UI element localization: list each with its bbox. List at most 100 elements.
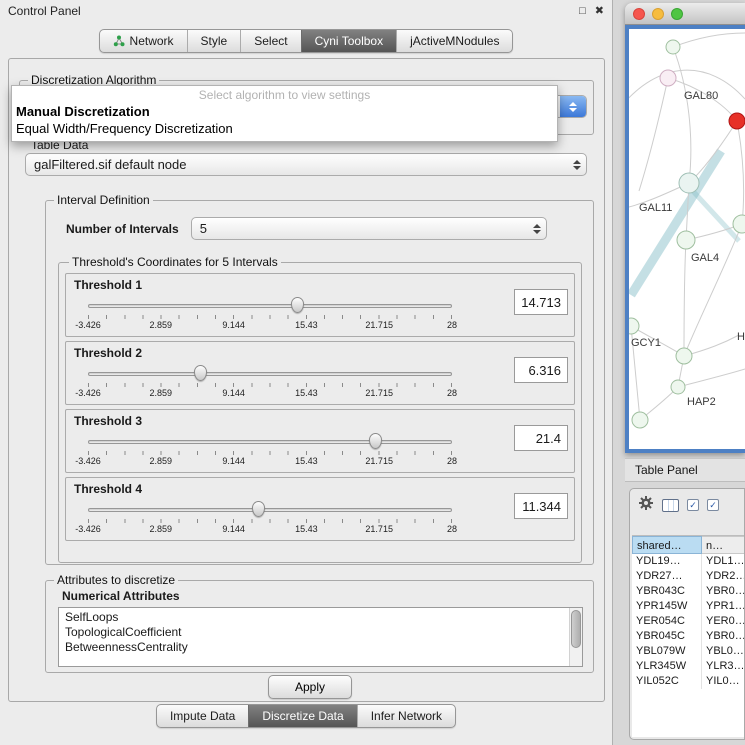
threshold-value-field[interactable]: 11.344 — [514, 493, 568, 519]
slider-track[interactable] — [88, 304, 452, 308]
apply-button[interactable]: Apply — [268, 675, 352, 699]
algorithm-dropdown-popup: Select algorithm to view settings Manual… — [11, 85, 558, 142]
network-canvas[interactable]: GAL80 GAL11 GAL4 GCY1 HAP2 H — [629, 29, 745, 449]
threshold-slider[interactable]: -3.426 2.859 9.144 15.43 21.715 28 — [88, 432, 452, 470]
slider-thumb[interactable] — [291, 297, 304, 313]
select-none-checkbox-icon[interactable]: ✓ — [707, 499, 719, 511]
tab-network[interactable]: Network — [100, 30, 187, 52]
cell[interactable]: YLR3… — [702, 659, 744, 674]
tab-label: Select — [254, 34, 287, 48]
list-item[interactable]: SelfLoops — [65, 610, 568, 625]
table-row[interactable]: YBL079WYBL0… — [632, 644, 744, 659]
select-all-checkbox-icon[interactable]: ✓ — [687, 499, 699, 511]
slider-thumb[interactable] — [369, 433, 382, 449]
table-row[interactable]: YBR043CYBR0… — [632, 584, 744, 599]
slider-ticks — [88, 451, 452, 455]
list-scrollbar[interactable] — [569, 608, 582, 666]
cell[interactable]: YBR043C — [632, 584, 702, 599]
cell[interactable]: YIL0… — [702, 674, 744, 689]
tab-label: Cyni Toolbox — [315, 34, 383, 48]
table-data-combobox-value: galFiltered.sif default node — [26, 157, 568, 172]
minimize-window-button[interactable] — [652, 8, 664, 20]
cell[interactable]: YBR0… — [702, 584, 744, 599]
table-row[interactable]: YIL052CYIL0… — [632, 674, 744, 689]
cell[interactable]: YIL052C — [632, 674, 702, 689]
tab-cyni-toolbox[interactable]: Cyni Toolbox — [301, 30, 396, 52]
threshold-value-field[interactable]: 14.713 — [514, 289, 568, 315]
slider-tick-labels: -3.426 2.859 9.144 15.43 21.715 28 — [88, 388, 452, 399]
float-panel-icon[interactable]: □ — [579, 4, 586, 18]
close-panel-icon[interactable]: ✖ — [595, 4, 604, 18]
table-row[interactable]: YLR345WYLR3… — [632, 659, 744, 674]
close-window-button[interactable] — [633, 8, 645, 20]
table-row[interactable]: YER054CYER0… — [632, 614, 744, 629]
popup-option-manual-discretization[interactable]: Manual Discretization — [12, 103, 557, 120]
slider-track[interactable] — [88, 508, 452, 512]
slider-thumb[interactable] — [194, 365, 207, 381]
cell[interactable]: YDL1… — [702, 554, 744, 569]
network-window-titlebar[interactable] — [625, 3, 745, 25]
cell[interactable]: YBL079W — [632, 644, 702, 659]
column-header-shared-name[interactable]: shared… — [632, 536, 702, 554]
network-node[interactable] — [679, 173, 699, 193]
cell[interactable]: YDR2… — [702, 569, 744, 584]
tab-impute-data[interactable]: Impute Data — [157, 705, 248, 727]
cell[interactable]: YBL0… — [702, 644, 744, 659]
threshold-slider[interactable]: -3.426 2.859 9.144 15.43 21.715 28 — [88, 500, 452, 538]
cell[interactable]: YPR145W — [632, 599, 702, 614]
tick-label: 2.859 — [150, 456, 173, 466]
popup-option-equal-width-frequency[interactable]: Equal Width/Frequency Discretization — [12, 120, 557, 137]
list-item[interactable]: TopologicalCoefficient — [65, 625, 568, 640]
table-row[interactable]: YDR27…YDR2… — [632, 569, 744, 584]
slider-track[interactable] — [88, 372, 452, 376]
tab-discretize-data[interactable]: Discretize Data — [248, 705, 356, 727]
gear-icon[interactable] — [638, 495, 654, 516]
tab-style[interactable]: Style — [187, 30, 241, 52]
slider-thumb[interactable] — [252, 501, 265, 517]
cell[interactable]: YER054C — [632, 614, 702, 629]
tick-label: 2.859 — [150, 524, 173, 534]
cell[interactable]: YPR1… — [702, 599, 744, 614]
network-node[interactable] — [629, 318, 639, 334]
list-item[interactable]: BetweennessCentrality — [65, 640, 568, 655]
number-of-intervals-combobox[interactable]: 5 — [191, 217, 547, 240]
tab-label: Discretize Data — [262, 709, 343, 723]
numerical-attributes-list[interactable]: SelfLoops TopologicalCoefficient Between… — [58, 607, 583, 667]
cell[interactable]: YDR27… — [632, 569, 702, 584]
threshold-slider[interactable]: -3.426 2.859 9.144 15.43 21.715 28 — [88, 364, 452, 402]
cell[interactable]: YLR345W — [632, 659, 702, 674]
slider-track[interactable] — [88, 440, 452, 444]
threshold-value-field[interactable]: 6.316 — [514, 357, 568, 383]
node-attribute-table[interactable]: shared… n… YDL19…YDL1… YDR27…YDR2… YBR04… — [632, 535, 744, 737]
cell[interactable]: YER0… — [702, 614, 744, 629]
slider-ticks — [88, 519, 452, 523]
table-data-combobox[interactable]: galFiltered.sif default node — [25, 153, 587, 176]
network-node[interactable] — [677, 231, 695, 249]
tab-label: Style — [201, 34, 228, 48]
network-node[interactable] — [676, 348, 692, 364]
tab-select[interactable]: Select — [240, 30, 300, 52]
cell[interactable]: YBR045C — [632, 629, 702, 644]
column-header-name[interactable]: n… — [702, 536, 744, 554]
network-node[interactable] — [666, 40, 680, 54]
tab-jactivemnodules[interactable]: jActiveMNodules — [396, 30, 512, 52]
table-row[interactable]: YBR045CYBR0… — [632, 629, 744, 644]
cell[interactable]: YBR0… — [702, 629, 744, 644]
network-node[interactable] — [733, 215, 745, 233]
network-node[interactable] — [632, 412, 648, 428]
network-node-selected[interactable] — [729, 113, 745, 129]
tick-label: 21.715 — [365, 456, 393, 466]
scrollbar-thumb[interactable] — [571, 610, 581, 648]
table-row[interactable]: YPR145WYPR1… — [632, 599, 744, 614]
tick-label: -3.426 — [75, 456, 101, 466]
zoom-window-button[interactable] — [671, 8, 683, 20]
columns-icon[interactable] — [662, 499, 679, 512]
threshold-slider[interactable]: -3.426 2.859 9.144 15.43 21.715 28 — [88, 296, 452, 334]
threshold-value-field[interactable]: 21.4 — [514, 425, 568, 451]
tab-infer-network[interactable]: Infer Network — [357, 705, 455, 727]
tick-label: 9.144 — [222, 456, 245, 466]
network-node[interactable] — [660, 70, 676, 86]
network-node[interactable] — [671, 380, 685, 394]
table-row[interactable]: YDL19…YDL1… — [632, 554, 744, 569]
cell[interactable]: YDL19… — [632, 554, 702, 569]
